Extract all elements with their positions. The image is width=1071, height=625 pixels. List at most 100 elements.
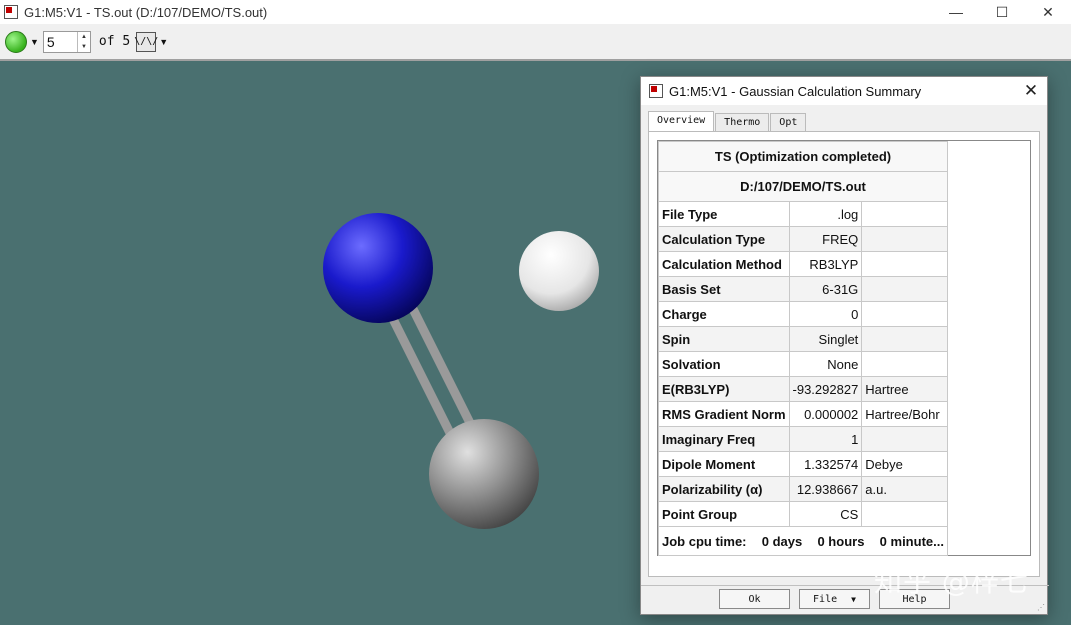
table-row: Basis Set 6-31G (658, 276, 948, 302)
dialog-app-icon (649, 84, 663, 98)
table-row: Dipole Moment 1.332574 Debye (658, 451, 948, 477)
close-button[interactable]: ✕ (1025, 0, 1071, 24)
cpu-time-label: Job cpu time: (662, 533, 747, 549)
spin-down-icon[interactable]: ▼ (78, 42, 90, 52)
frame-count-label: of 5 (98, 34, 131, 49)
summary-grid[interactable]: TS (Optimization completed) D:/107/DEMO/… (657, 140, 1031, 556)
row-value: .log (788, 201, 863, 227)
calculation-summary-dialog: G1:M5:V1 - Gaussian Calculation Summary … (640, 76, 1049, 615)
row-label: Calculation Type (658, 226, 790, 252)
ok-button[interactable]: Ok (719, 589, 790, 609)
table-row: Point Group CS (658, 501, 948, 527)
row-value: 6-31G (788, 276, 863, 302)
row-unit: a.u. (861, 476, 948, 502)
row-unit: Hartree (861, 376, 948, 402)
overview-pane: TS (Optimization completed) D:/107/DEMO/… (648, 131, 1040, 577)
row-unit (861, 301, 948, 327)
table-row: Imaginary Freq 1 (658, 426, 948, 452)
frame-number-value[interactable]: 5 (44, 32, 77, 52)
row-value: -93.292827 (788, 376, 863, 402)
molecule-viewport[interactable] (0, 61, 640, 625)
file-button[interactable]: File ▼ (799, 589, 870, 609)
summary-heading: TS (Optimization completed) (658, 141, 948, 172)
table-row: E(RB3LYP) -93.292827 Hartree (658, 376, 948, 402)
gaussview-app-icon (4, 5, 18, 19)
row-unit (861, 326, 948, 352)
row-unit: Hartree/Bohr (861, 401, 948, 427)
frame-spinbox[interactable]: 5 ▲ ▼ (42, 30, 91, 53)
hydrogen-atom[interactable] (519, 231, 599, 311)
row-label: RMS Gradient Norm (658, 401, 790, 427)
resize-grip-icon[interactable]: ⋰ (1037, 603, 1045, 612)
row-value: Singlet (788, 326, 863, 352)
dialog-title-bar: G1:M5:V1 - Gaussian Calculation Summary … (641, 77, 1047, 105)
vibration-icon[interactable]: \/\/ (134, 31, 158, 52)
window-controls: — ☐ ✕ (933, 0, 1071, 24)
cpu-time-row: Job cpu time: 0 days 0 hours 0 minute... (658, 526, 948, 556)
row-label: Polarizability (α) (658, 476, 790, 502)
row-label: Point Group (658, 501, 790, 527)
status-dropdown-arrow-icon[interactable]: ▼ (30, 37, 39, 47)
row-value: 0 (788, 301, 863, 327)
row-value: 0.000002 (788, 401, 863, 427)
row-value: 1.332574 (788, 451, 863, 477)
cpu-time-days: 0 days (761, 533, 803, 549)
row-label: Charge (658, 301, 790, 327)
summary-file-path: D:/107/DEMO/TS.out (658, 171, 948, 202)
carbon-atom[interactable] (429, 419, 539, 529)
nitrogen-atom[interactable] (323, 213, 433, 323)
row-value: 1 (788, 426, 863, 452)
dialog-close-icon[interactable]: ✕ (1021, 81, 1041, 101)
row-value: RB3LYP (788, 251, 863, 277)
dialog-title: G1:M5:V1 - Gaussian Calculation Summary (669, 83, 922, 99)
minimize-button[interactable]: — (933, 0, 979, 24)
builder-status-icon[interactable] (5, 30, 27, 53)
main-title-bar: G1:M5:V1 - TS.out (D:/107/DEMO/TS.out) —… (0, 0, 1071, 24)
row-value: 12.938667 (788, 476, 863, 502)
table-row: Solvation None (658, 351, 948, 377)
dialog-tabs: Overview Thermo Opt (648, 111, 807, 133)
watermark-text: 知乎 @梓七 (874, 565, 1029, 598)
summary-table: TS (Optimization completed) D:/107/DEMO/… (658, 141, 948, 556)
toolbar: ▼ 5 ▲ ▼ of 5 \/\/ ▼ (0, 24, 1071, 61)
row-unit (861, 276, 948, 302)
cpu-time-cell: Job cpu time: 0 days 0 hours 0 minute... (658, 526, 948, 556)
table-row: Calculation Type FREQ (658, 226, 948, 252)
row-label: Solvation (658, 351, 790, 377)
tab-thermo[interactable]: Thermo (715, 113, 770, 133)
row-label: Spin (658, 326, 790, 352)
vibration-dropdown-arrow-icon[interactable]: ▼ (159, 37, 168, 47)
spin-up-icon[interactable]: ▲ (78, 32, 90, 42)
row-label: Imaginary Freq (658, 426, 790, 452)
frame-spin-buttons: ▲ ▼ (76, 31, 90, 52)
row-unit (861, 201, 948, 227)
maximize-button[interactable]: ☐ (979, 0, 1025, 24)
row-unit (861, 226, 948, 252)
row-unit (861, 426, 948, 452)
table-row: RMS Gradient Norm 0.000002 Hartree/Bohr (658, 401, 948, 427)
row-value: CS (788, 501, 863, 527)
tab-overview[interactable]: Overview (648, 111, 715, 133)
row-label: Calculation Method (658, 251, 790, 277)
row-value: None (788, 351, 863, 377)
file-dropdown-arrow-icon: ▼ (851, 594, 856, 604)
row-unit (861, 501, 948, 527)
row-label: File Type (658, 201, 790, 227)
cpu-time-minutes: 0 minute... (879, 533, 944, 549)
table-row: File Type .log (658, 201, 948, 227)
table-row: Spin Singlet (658, 326, 948, 352)
table-row: Charge 0 (658, 301, 948, 327)
tab-opt[interactable]: Opt (770, 113, 807, 133)
row-unit: Debye (861, 451, 948, 477)
row-label: Dipole Moment (658, 451, 790, 477)
row-value: FREQ (788, 226, 863, 252)
row-label: Basis Set (658, 276, 790, 302)
table-row: Polarizability (α) 12.938667 a.u. (658, 476, 948, 502)
cpu-time-hours: 0 hours (817, 533, 865, 549)
row-unit (861, 251, 948, 277)
main-window-title: G1:M5:V1 - TS.out (D:/107/DEMO/TS.out) (24, 4, 268, 20)
row-unit (861, 351, 948, 377)
file-button-label: File (813, 593, 838, 605)
table-row: Calculation Method RB3LYP (658, 251, 948, 277)
row-label: E(RB3LYP) (658, 376, 790, 402)
